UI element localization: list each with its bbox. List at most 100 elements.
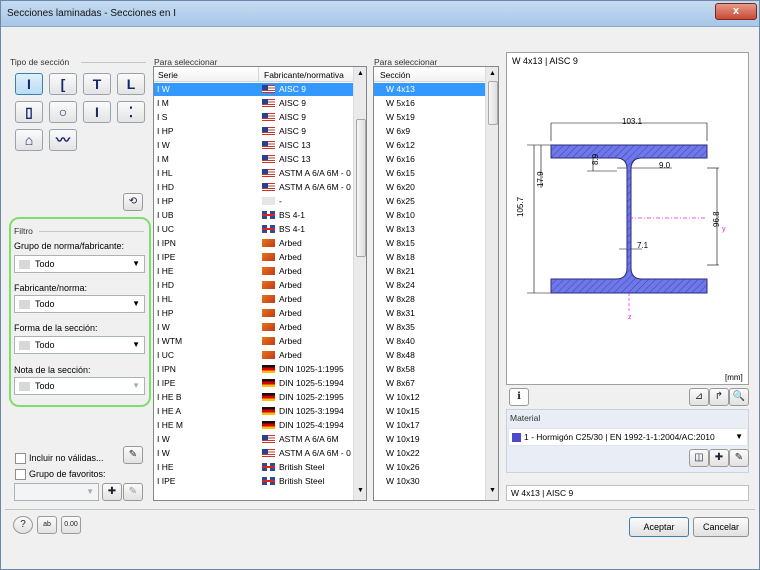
list-item[interactable]: W 6x9 — [374, 125, 485, 138]
bar-icon[interactable]: ⁚ — [117, 101, 145, 123]
scroll-up-icon[interactable]: ▲ — [357, 70, 364, 77]
list-item[interactable]: W 6x20 — [374, 181, 485, 194]
list-item[interactable]: I HP Arbed — [154, 307, 353, 320]
list-item[interactable]: I IPE British Steel — [154, 475, 353, 488]
zoom-icon[interactable]: 🔍 — [729, 388, 749, 406]
list-item[interactable]: I HL ASTM A 6/A 6M - 0 — [154, 167, 353, 180]
help-icon[interactable]: ? — [13, 516, 33, 534]
t-section-icon[interactable]: T — [83, 73, 111, 95]
list-item[interactable]: W 10x12 — [374, 391, 485, 404]
scroll-up-icon[interactable]: ▲ — [489, 70, 496, 77]
decimals-icon[interactable]: 0.00 — [61, 516, 81, 534]
list-item[interactable]: W 5x16 — [374, 97, 485, 110]
list-item[interactable]: W 6x15 — [374, 167, 485, 180]
manufacturer-select[interactable]: Todo ▼ — [14, 295, 145, 313]
list-item[interactable]: I IPN DIN 1025-1:1995 — [154, 363, 353, 376]
list-item[interactable]: I W AISC 9 — [154, 83, 353, 96]
axes-icon[interactable]: ↱ — [709, 388, 729, 406]
show-dimensions-icon[interactable]: ⊿ — [689, 388, 709, 406]
section-list[interactable]: Sección ⌃ W 4x13 W 5x16 W 5x19 W 6x9 W 6x12 W… — [373, 66, 499, 501]
list-item[interactable]: W 8x31 — [374, 307, 485, 320]
edit-list-icon[interactable]: ✎ — [123, 446, 143, 464]
favorites-checkbox[interactable] — [15, 469, 26, 480]
list-item[interactable]: I HE M DIN 1025-4:1994 — [154, 419, 353, 432]
close-button[interactable]: x — [715, 3, 757, 20]
list-item[interactable]: W 10x22 — [374, 447, 485, 460]
col-manufacturer[interactable]: Fabricante/normativa — [264, 70, 344, 80]
shape-select[interactable]: Todo ▼ — [14, 336, 145, 354]
channel-icon[interactable]: [ — [49, 73, 77, 95]
favorites-select[interactable]: ▼ — [14, 483, 99, 501]
list-item[interactable]: W 8x24 — [374, 279, 485, 292]
list-item[interactable]: W 10x19 — [374, 433, 485, 446]
new-material-icon[interactable]: ✚ — [709, 449, 729, 467]
z-section-icon[interactable]: Ɩ — [83, 101, 111, 123]
include-invalid-checkbox[interactable] — [15, 453, 26, 464]
list-item[interactable]: I M AISC 13 — [154, 153, 353, 166]
list-item[interactable]: I M AISC 9 — [154, 97, 353, 110]
list-item[interactable]: W 8x40 — [374, 335, 485, 348]
list-item[interactable]: W 5x19 — [374, 111, 485, 124]
rail-icon[interactable]: ⌂ — [15, 129, 43, 151]
list-item[interactable]: I WTM Arbed — [154, 335, 353, 348]
sheet-pile-icon[interactable]: 〰 — [49, 129, 77, 151]
col-section[interactable]: Sección — [380, 70, 410, 80]
list-item[interactable]: I HE Arbed — [154, 265, 353, 278]
list-item[interactable]: W 10x30 — [374, 475, 485, 488]
list-item[interactable]: I HE B DIN 1025-2:1995 — [154, 391, 353, 404]
material-library-icon[interactable]: ◫ — [689, 449, 709, 467]
list-item[interactable]: I W Arbed — [154, 321, 353, 334]
list-item[interactable]: I HL Arbed — [154, 293, 353, 306]
list-item[interactable]: W 8x15 — [374, 237, 485, 250]
edit-favorite-icon[interactable]: ✎ — [123, 483, 143, 501]
list-item[interactable]: W 8x21 — [374, 265, 485, 278]
section-scrollbar[interactable]: ▲ ▼ — [485, 67, 498, 500]
list-item[interactable]: W 8x67 — [374, 377, 485, 390]
reset-icon[interactable]: ⟲ — [123, 193, 143, 211]
i-beam-icon[interactable]: I — [15, 73, 43, 95]
circular-hollow-icon[interactable]: ○ — [49, 101, 77, 123]
list-item[interactable]: W 10x17 — [374, 419, 485, 432]
note-select[interactable]: Todo ▼ — [14, 377, 145, 395]
list-item[interactable]: W 10x26 — [374, 461, 485, 474]
group-select[interactable]: Todo ▼ — [14, 255, 145, 273]
list-item[interactable]: W 8x35 — [374, 321, 485, 334]
list-item[interactable]: W 6x16 — [374, 153, 485, 166]
new-favorite-icon[interactable]: ✚ — [102, 483, 122, 501]
list-item[interactable]: W 8x10 — [374, 209, 485, 222]
info-icon[interactable]: ℹ — [509, 388, 529, 406]
edit-material-icon[interactable]: ✎ — [729, 449, 749, 467]
list-item[interactable]: I UC Arbed — [154, 349, 353, 362]
list-item[interactable]: I HE British Steel — [154, 461, 353, 474]
scroll-down-icon[interactable]: ▼ — [489, 487, 496, 494]
list-item[interactable]: I W ASTM A 6/A 6M - 0 — [154, 447, 353, 460]
list-item[interactable]: W 8x18 — [374, 251, 485, 264]
list-item[interactable]: I IPE DIN 1025-5:1994 — [154, 377, 353, 390]
col-series[interactable]: Serie — [158, 70, 178, 80]
ok-button[interactable]: Aceptar — [629, 517, 689, 537]
list-item[interactable]: W 10x15 — [374, 405, 485, 418]
list-item[interactable]: W 8x13 — [374, 223, 485, 236]
cancel-button[interactable]: Cancelar — [693, 517, 749, 537]
angle-icon[interactable]: L — [117, 73, 145, 95]
rectangular-hollow-icon[interactable]: ▯ — [15, 101, 43, 123]
material-select[interactable]: 1 - Hormigón C25/30 | EN 1992-1-1:2004/A… — [508, 428, 748, 446]
list-item[interactable]: I HD ASTM A 6/A 6M - 0 — [154, 181, 353, 194]
list-item[interactable]: I HP AISC 9 — [154, 125, 353, 138]
list-item[interactable]: I IPE Arbed — [154, 251, 353, 264]
units-icon[interactable]: ab — [37, 516, 57, 534]
list-item[interactable]: W 8x58 — [374, 363, 485, 376]
list-item[interactable]: W 6x25 — [374, 195, 485, 208]
list-item[interactable]: W 6x12 — [374, 139, 485, 152]
list-item[interactable]: I IPN Arbed — [154, 237, 353, 250]
list-item[interactable]: I S AISC 9 — [154, 111, 353, 124]
series-scrollbar[interactable]: ▲ ▼ — [353, 67, 366, 500]
list-item[interactable]: I W AISC 13 — [154, 139, 353, 152]
list-item[interactable]: I HE A DIN 1025-3:1994 — [154, 405, 353, 418]
list-item[interactable]: W 8x48 — [374, 349, 485, 362]
list-item[interactable]: I HD Arbed — [154, 279, 353, 292]
list-item[interactable]: I W ASTM A 6/A 6M — [154, 433, 353, 446]
scroll-thumb[interactable] — [488, 81, 498, 125]
list-item[interactable]: W 4x13 — [374, 83, 485, 96]
list-item[interactable]: W 8x28 — [374, 293, 485, 306]
